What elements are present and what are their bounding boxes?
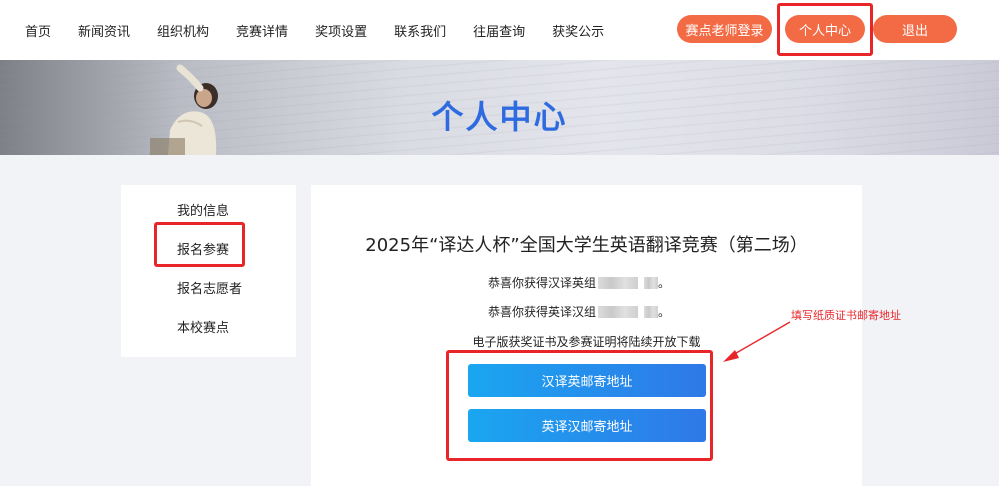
- page-title: 个人中心: [431, 98, 568, 136]
- award-line-c2e-suffix: 。: [658, 276, 671, 290]
- nav-home[interactable]: 首页: [25, 21, 51, 40]
- award-line-e2c-suffix: 。: [658, 305, 671, 319]
- award-line-c2e-text: 恭喜你获得汉译英组: [488, 276, 597, 290]
- redacted-award-name: [644, 305, 659, 318]
- logout-button[interactable]: 退出: [873, 15, 957, 43]
- nav-contact[interactable]: 联系我们: [394, 21, 446, 40]
- page-banner: 个人中心: [0, 60, 999, 155]
- annotation-label: 填写纸质证书邮寄地址: [791, 309, 901, 322]
- highlight-box-mail-buttons: [446, 350, 713, 461]
- sidebar-item-register-volunteer[interactable]: 报名志愿者: [177, 278, 242, 297]
- highlight-box-register-contest: [154, 222, 245, 267]
- sidebar-item-my-info[interactable]: 我的信息: [177, 200, 229, 219]
- sidebar-item-school-site[interactable]: 本校赛点: [177, 317, 229, 336]
- redacted-award-name: [598, 276, 639, 289]
- coach-login-button[interactable]: 赛点老师登录: [677, 15, 772, 43]
- main-nav: 首页 新闻资讯 组织机构 竞赛详情 奖项设置 联系我们 往届查询 获奖公示: [25, 0, 631, 60]
- nav-past-query[interactable]: 往届查询: [473, 21, 525, 40]
- nav-organization[interactable]: 组织机构: [157, 21, 209, 40]
- redacted-award-name: [598, 305, 639, 318]
- award-line-e2c-text: 恭喜你获得英译汉组: [488, 305, 597, 319]
- nav-contest-details[interactable]: 竞赛详情: [236, 21, 288, 40]
- sidebar-menu: 我的信息 报名参赛 报名志愿者 本校赛点: [121, 185, 296, 357]
- redacted-award-name: [644, 276, 659, 289]
- contest-title: 2025年“译达人杯”全国大学生英语翻译竞赛（第二场）: [365, 235, 808, 256]
- annotation-arrow-icon: [723, 321, 791, 362]
- highlight-box-personal-center: [777, 3, 873, 56]
- nav-awards[interactable]: 奖项设置: [315, 21, 367, 40]
- nav-award-announcement[interactable]: 获奖公示: [552, 21, 604, 40]
- award-line-c2e: 恭喜你获得汉译英组 。: [488, 274, 670, 291]
- nav-news[interactable]: 新闻资讯: [78, 21, 130, 40]
- award-line-e2c: 恭喜你获得英译汉组 。: [488, 303, 670, 320]
